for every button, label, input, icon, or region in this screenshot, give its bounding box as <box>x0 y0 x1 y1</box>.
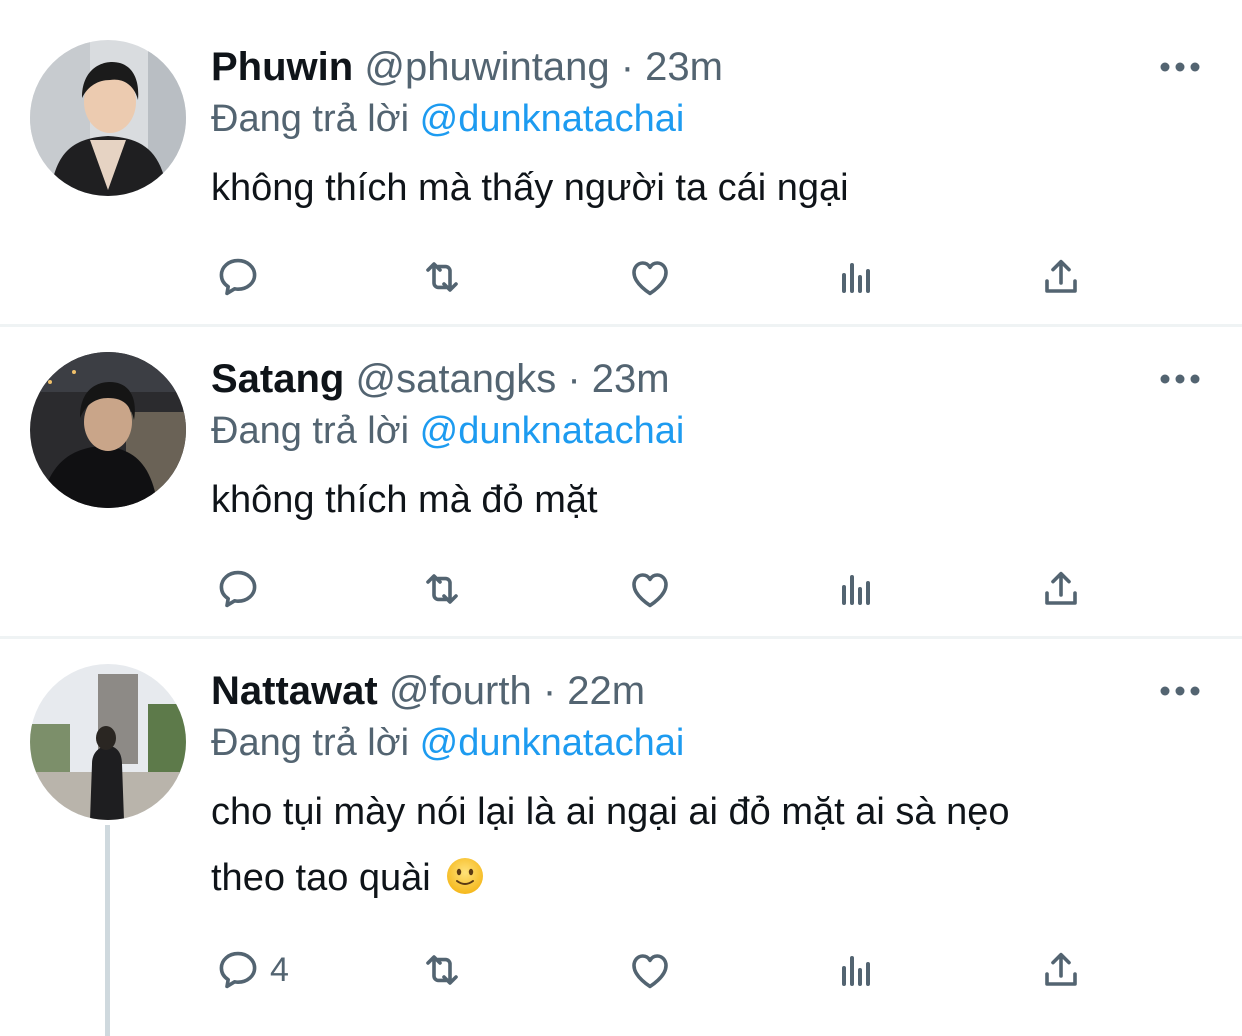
slightly-smiling-face-icon <box>445 851 485 894</box>
tweet-header: Phuwin @phuwintang · 23m <box>211 43 723 91</box>
retweet-button[interactable] <box>418 559 466 619</box>
reply-icon <box>214 946 262 994</box>
share-icon <box>1037 946 1085 994</box>
like-icon <box>626 253 674 301</box>
handle[interactable]: @satangks <box>355 357 556 401</box>
reply-prefix: Đang trả lời <box>211 410 410 452</box>
thread-line <box>105 825 110 1036</box>
reply-prefix: Đang trả lời <box>211 722 410 764</box>
retweet-button[interactable] <box>418 940 466 1000</box>
display-name[interactable]: Nattawat <box>211 669 378 713</box>
share-icon <box>1037 565 1085 613</box>
like-icon <box>626 565 674 613</box>
retweet-button[interactable] <box>418 247 466 307</box>
tweet[interactable]: Satang @satangks · 23m Đang trả lời @dun… <box>0 327 1242 636</box>
reply-context: Đang trả lời @dunknatachai <box>211 720 684 766</box>
like-icon <box>626 946 674 994</box>
more-icon[interactable] <box>1158 369 1202 389</box>
avatar[interactable] <box>30 664 186 820</box>
share-icon <box>1037 253 1085 301</box>
reply-button[interactable] <box>214 247 270 307</box>
retweet-icon <box>418 565 466 613</box>
analytics-button[interactable] <box>832 559 880 619</box>
display-name[interactable]: Phuwin <box>211 45 353 89</box>
tweet-header: Satang @satangks · 23m <box>211 355 670 403</box>
tweet-text-line: theo tao quài <box>211 845 1171 911</box>
share-button[interactable] <box>1037 940 1085 1000</box>
share-button[interactable] <box>1037 247 1085 307</box>
like-button[interactable] <box>626 559 674 619</box>
timestamp[interactable]: 22m <box>567 669 645 713</box>
action-bar <box>0 247 1242 307</box>
reply-prefix: Đang trả lời <box>211 98 410 140</box>
analytics-icon <box>832 253 880 301</box>
reply-context: Đang trả lời @dunknatachai <box>211 408 684 454</box>
like-button[interactable] <box>626 940 674 1000</box>
tweet-text: cho tụi mày nói lại là ai ngại ai đỏ mặt… <box>211 779 1171 911</box>
analytics-button[interactable] <box>832 247 880 307</box>
mention-link[interactable]: @dunknatachai <box>420 98 685 140</box>
separator: · <box>542 669 557 713</box>
separator: · <box>620 45 635 89</box>
tweet-header: Nattawat @fourth · 22m <box>211 667 645 715</box>
share-button[interactable] <box>1037 559 1085 619</box>
separator: · <box>567 357 581 401</box>
tweet-text: không thích mà thấy người ta cái ngại <box>211 167 849 209</box>
tweet-text-line: cho tụi mày nói lại là ai ngại ai đỏ mặt… <box>211 791 1010 833</box>
analytics-icon <box>832 946 880 994</box>
mention-link[interactable]: @dunknatachai <box>420 722 685 764</box>
reply-count: 4 <box>270 950 289 989</box>
display-name[interactable]: Satang <box>211 357 344 401</box>
avatar[interactable] <box>30 40 186 196</box>
mention-link[interactable]: @dunknatachai <box>420 410 685 452</box>
avatar[interactable] <box>30 352 186 508</box>
analytics-button[interactable] <box>832 940 880 1000</box>
handle[interactable]: @fourth <box>389 669 532 713</box>
analytics-icon <box>832 565 880 613</box>
reply-context: Đang trả lời @dunknatachai <box>211 96 684 142</box>
tweet[interactable]: Phuwin @phuwintang · 23m Đang trả lời @d… <box>0 0 1242 324</box>
more-icon[interactable] <box>1158 681 1202 701</box>
handle[interactable]: @phuwintang <box>364 45 609 89</box>
reply-button[interactable]: 4 <box>214 940 289 1000</box>
retweet-icon <box>418 946 466 994</box>
retweet-icon <box>418 253 466 301</box>
more-icon[interactable] <box>1158 57 1202 77</box>
action-bar <box>0 559 1242 619</box>
tweet[interactable]: Nattawat @fourth · 22m Đang trả lời @dun… <box>0 639 1242 1036</box>
reply-button[interactable] <box>214 559 270 619</box>
tweet-text: không thích mà đỏ mặt <box>211 479 598 521</box>
reply-icon <box>214 565 262 613</box>
timestamp[interactable]: 23m <box>645 45 723 89</box>
tweet-text-segment: theo tao quài <box>211 857 431 899</box>
like-button[interactable] <box>626 247 674 307</box>
timestamp[interactable]: 23m <box>592 357 670 401</box>
action-bar: 4 <box>0 940 1242 1000</box>
reply-icon <box>214 253 262 301</box>
